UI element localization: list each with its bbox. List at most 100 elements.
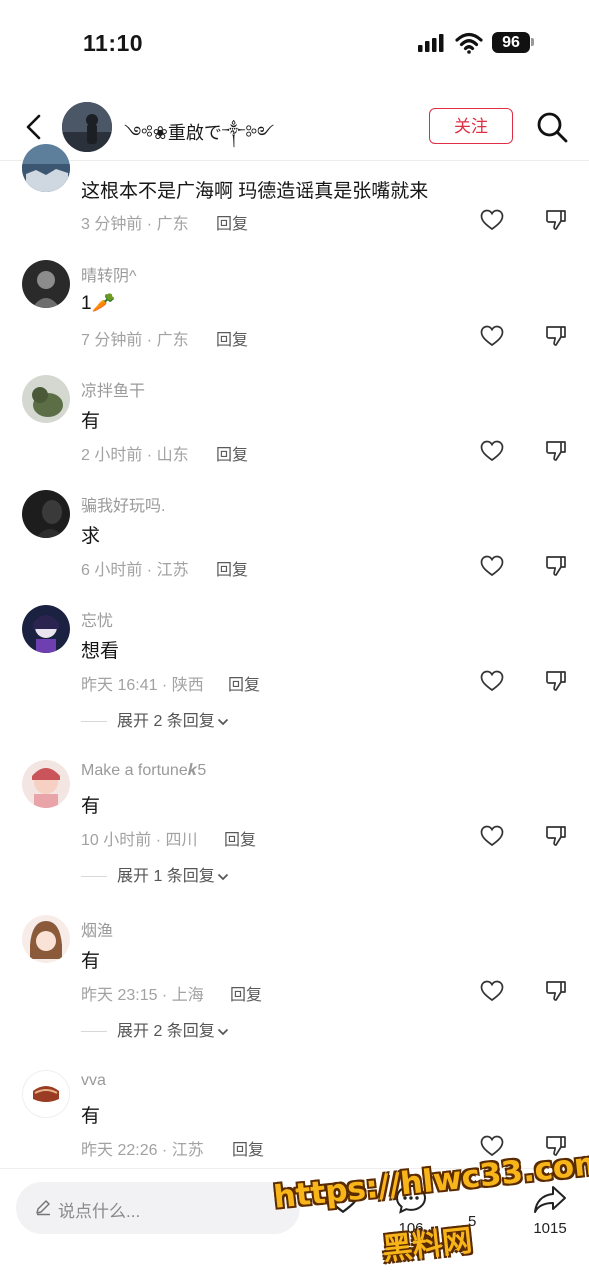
heart-icon[interactable] xyxy=(480,1135,504,1157)
chevron-down-icon xyxy=(217,718,228,725)
expand-divider xyxy=(81,721,107,723)
search-icon[interactable] xyxy=(535,110,569,144)
reply-button[interactable]: 回复 xyxy=(216,210,248,234)
heart-icon[interactable] xyxy=(480,825,504,847)
bottom-action-bar: 说点什么... 106 5 1015 xyxy=(0,1168,589,1281)
comment-username[interactable]: vva xyxy=(81,1072,106,1090)
reply-button[interactable]: 回复 xyxy=(232,1136,264,1160)
heart-icon[interactable] xyxy=(480,440,504,462)
comment-username[interactable]: 忘忧 xyxy=(81,607,113,631)
dislike-icon[interactable] xyxy=(544,670,568,692)
expand-replies-button[interactable]: 展开 2 条回复 xyxy=(81,1017,229,1041)
author-avatar[interactable] xyxy=(62,102,112,152)
chevron-down-icon xyxy=(217,1028,228,1035)
signal-icon xyxy=(418,34,444,52)
star-count: 5 xyxy=(468,1213,477,1230)
heart-icon[interactable] xyxy=(480,670,504,692)
expand-divider xyxy=(81,876,107,878)
comment-text: 有 xyxy=(81,796,101,817)
comment-avatar[interactable] xyxy=(22,260,70,308)
share-button[interactable]: 1015 xyxy=(532,1183,568,1237)
comment-time-location: 昨天 23:15 · 上海 xyxy=(81,987,204,1004)
comment-time-location: 10 小时前 · 四川 xyxy=(81,832,198,849)
share-icon xyxy=(534,1186,566,1213)
comment-time-location: 昨天 16:41 · 陕西 xyxy=(81,677,204,694)
comment-button[interactable]: 106 xyxy=(394,1183,428,1237)
avatar-image xyxy=(22,144,70,192)
comment-username[interactable]: 烟渔 xyxy=(81,917,113,941)
comment-time-location: 7 分钟前 · 广东 xyxy=(81,332,189,349)
wifi-icon xyxy=(455,32,483,54)
comment-text: 求 xyxy=(81,526,101,547)
comment-input-placeholder: 说点什么... xyxy=(58,1202,141,1221)
expand-replies-label: 展开 1 条回复 xyxy=(117,868,215,885)
comment-time-location: 2 小时前 · 山东 xyxy=(81,447,189,464)
battery-indicator: 96 xyxy=(492,32,530,53)
avatar-image xyxy=(22,760,70,808)
comment-count: 106 xyxy=(398,1220,424,1237)
comment-text: 有 xyxy=(81,411,101,432)
comment-username[interactable]: Make a fortune𝒌5 xyxy=(81,762,206,780)
comment-username[interactable]: 骗我好玩吗. xyxy=(81,492,165,516)
comment-text: 有 xyxy=(81,951,101,972)
expand-divider xyxy=(81,1031,107,1033)
dislike-icon[interactable] xyxy=(544,325,568,347)
comment-text: 有 xyxy=(81,1106,101,1127)
dislike-icon[interactable] xyxy=(544,440,568,462)
reply-button[interactable]: 回复 xyxy=(228,671,260,695)
heart-icon[interactable] xyxy=(480,209,504,231)
comment-time-location: 3 分钟前 · 广东 xyxy=(81,216,189,233)
comment-avatar[interactable] xyxy=(22,760,70,808)
comment-input[interactable]: 说点什么... xyxy=(16,1182,300,1234)
share-count: 1015 xyxy=(533,1220,567,1237)
heart-icon[interactable] xyxy=(480,555,504,577)
comment-text: 想看 xyxy=(81,641,120,662)
comment-avatar[interactable] xyxy=(22,605,70,653)
author-avatar-image xyxy=(62,102,112,152)
comment-time-location: 昨天 22:26 · 江苏 xyxy=(81,1142,204,1159)
reply-button[interactable]: 回复 xyxy=(216,441,248,465)
reply-button[interactable]: 回复 xyxy=(216,326,248,350)
dislike-icon[interactable] xyxy=(544,209,568,231)
comment-icon xyxy=(395,1184,427,1214)
avatar-image xyxy=(22,260,70,308)
reply-button[interactable]: 回复 xyxy=(230,981,262,1005)
battery-tip xyxy=(531,38,534,46)
status-time: 11:10 xyxy=(83,30,144,56)
pen-icon xyxy=(36,1200,50,1216)
dislike-icon[interactable] xyxy=(544,980,568,1002)
video-header: ༺❀重啟で༒༻ 关注 xyxy=(0,96,589,161)
comment-username[interactable]: 凉拌鱼干 xyxy=(81,377,145,401)
comment-username[interactable]: 晴转阴^ xyxy=(81,262,137,286)
reply-button[interactable]: 回复 xyxy=(224,826,256,850)
dislike-icon[interactable] xyxy=(544,1135,568,1157)
avatar-image xyxy=(22,375,70,423)
expand-replies-button[interactable]: 展开 2 条回复 xyxy=(81,707,229,731)
status-bar: 11:10 96 xyxy=(0,0,589,86)
avatar-image xyxy=(22,490,70,538)
comment-avatar[interactable] xyxy=(22,915,70,963)
heart-icon[interactable] xyxy=(480,980,504,1002)
chevron-down-icon xyxy=(217,873,228,880)
comment-avatar[interactable] xyxy=(22,1070,70,1118)
heart-icon xyxy=(326,1184,360,1214)
comment-avatar[interactable] xyxy=(22,144,70,192)
expand-replies-button[interactable]: 展开 1 条回复 xyxy=(81,862,229,886)
author-name[interactable]: ༺❀重啟で༒༻ xyxy=(124,114,274,164)
comment-avatar[interactable] xyxy=(22,490,70,538)
avatar-image xyxy=(23,1071,69,1117)
expand-replies-label: 展开 2 条回复 xyxy=(117,713,215,730)
dislike-icon[interactable] xyxy=(544,825,568,847)
avatar-image xyxy=(22,605,70,653)
avatar-image xyxy=(22,915,70,963)
dislike-icon[interactable] xyxy=(544,555,568,577)
star-button[interactable]: 5 xyxy=(468,1213,476,1230)
follow-button[interactable]: 关注 xyxy=(429,108,513,144)
heart-icon[interactable] xyxy=(480,325,504,347)
expand-replies-label: 展开 2 条回复 xyxy=(117,1023,215,1040)
comment-avatar[interactable] xyxy=(22,375,70,423)
reply-button[interactable]: 回复 xyxy=(216,556,248,580)
back-icon[interactable] xyxy=(20,112,48,142)
comment-text: 1🥕 xyxy=(81,293,116,314)
like-button[interactable] xyxy=(326,1183,360,1220)
